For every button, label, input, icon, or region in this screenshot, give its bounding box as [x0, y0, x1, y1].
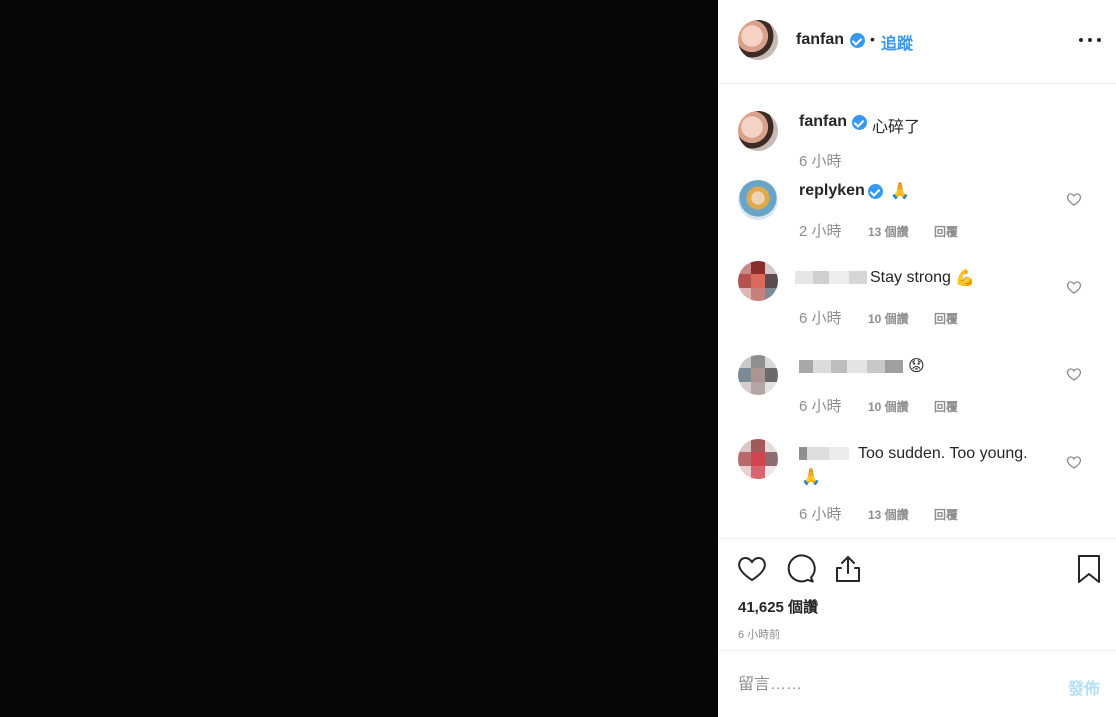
- like-count[interactable]: 41,625 個讚: [738, 596, 818, 617]
- owner-avatar[interactable]: [738, 20, 778, 60]
- like-heart-icon[interactable]: [736, 553, 768, 585]
- post-side-panel: fanfan • 追蹤 fanfan 心碎了 6 小時 replyken 🙏 2…: [718, 0, 1116, 717]
- comment-username[interactable]: replyken: [799, 182, 865, 200]
- comment-like-count[interactable]: 13 個讚: [868, 506, 909, 523]
- verified-badge-icon: [852, 115, 867, 130]
- verified-badge-icon: [868, 184, 883, 199]
- owner-username[interactable]: fanfan: [796, 31, 844, 49]
- blurred-username: [799, 360, 903, 373]
- header-separator: •: [870, 31, 875, 47]
- reply-button[interactable]: 回覆: [934, 506, 958, 523]
- like-comment-heart-icon[interactable]: [1066, 454, 1082, 470]
- comment-text: Stay strong: [870, 269, 951, 286]
- caption-time[interactable]: 6 小時: [799, 150, 842, 171]
- share-icon[interactable]: [832, 553, 864, 585]
- comment-time[interactable]: 6 小時: [799, 503, 842, 524]
- like-comment-heart-icon[interactable]: [1066, 366, 1082, 382]
- reply-button[interactable]: 回覆: [934, 310, 958, 327]
- blurred-username: [799, 447, 849, 460]
- comment-input[interactable]: [738, 671, 1038, 699]
- reply-button[interactable]: 回覆: [934, 223, 958, 240]
- post-header: fanfan • 追蹤: [718, 0, 1116, 84]
- comment-time[interactable]: 2 小時: [799, 220, 842, 241]
- comment-like-count[interactable]: 10 個讚: [868, 310, 909, 327]
- commenter-avatar[interactable]: [738, 261, 778, 301]
- bookmark-icon[interactable]: [1073, 553, 1105, 585]
- more-options-icon[interactable]: [1078, 28, 1104, 52]
- commenter-avatar[interactable]: [738, 180, 778, 220]
- post-timestamp[interactable]: 6 小時前: [738, 626, 780, 642]
- post-comment-button[interactable]: 發佈: [1068, 675, 1100, 699]
- comment-like-count[interactable]: 13 個讚: [868, 223, 909, 240]
- verified-badge-icon: [850, 33, 865, 48]
- comment-like-count[interactable]: 10 個讚: [868, 398, 909, 415]
- post-actions: 41,625 個讚 6 小時前: [718, 538, 1116, 650]
- caption-username[interactable]: fanfan: [799, 113, 847, 131]
- comment-emoji: 🙏: [890, 183, 910, 200]
- comment-composer: 發佈: [718, 650, 1116, 717]
- post-media[interactable]: [0, 0, 718, 717]
- comment-emoji: 😟: [908, 358, 925, 375]
- comment-time[interactable]: 6 小時: [799, 395, 842, 416]
- comment-emoji: 💪: [955, 270, 975, 287]
- comment-time[interactable]: 6 小時: [799, 307, 842, 328]
- blurred-username: [795, 271, 867, 284]
- follow-button[interactable]: 追蹤: [881, 30, 913, 54]
- like-comment-heart-icon[interactable]: [1066, 279, 1082, 295]
- comment-bubble-icon[interactable]: [784, 553, 816, 585]
- caption-text: 心碎了: [872, 119, 921, 136]
- comment-emoji: 🙏: [801, 469, 821, 486]
- caption-avatar[interactable]: [738, 111, 778, 151]
- commenter-avatar[interactable]: [738, 439, 778, 479]
- like-comment-heart-icon[interactable]: [1066, 191, 1082, 207]
- commenter-avatar[interactable]: [738, 355, 778, 395]
- comment-text: Too sudden. Too young.: [858, 445, 1028, 462]
- reply-button[interactable]: 回覆: [934, 398, 958, 415]
